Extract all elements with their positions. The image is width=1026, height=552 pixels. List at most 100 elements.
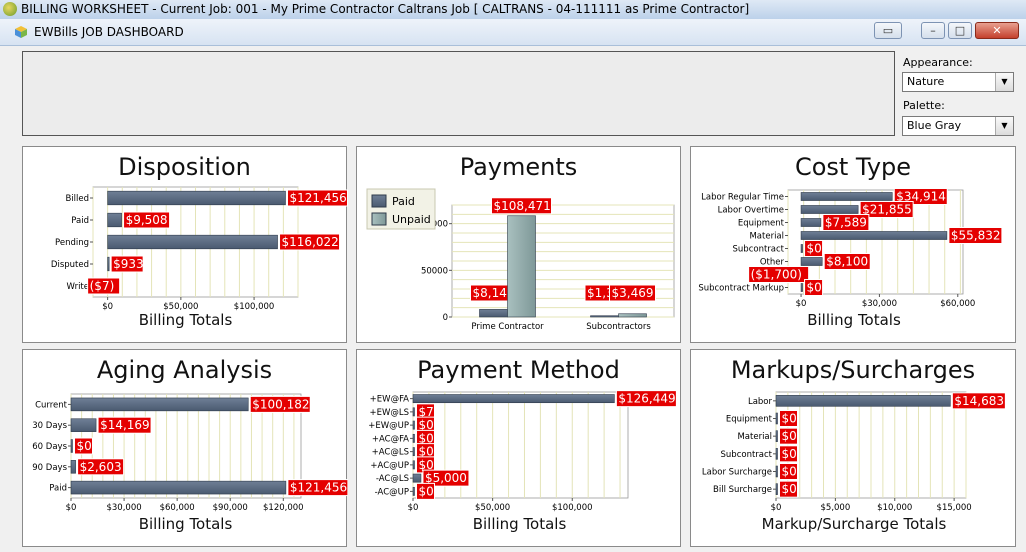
palette-value: Blue Gray [907,119,962,132]
data-label: $0 [419,484,434,498]
y-tick-label: 0 [443,313,448,323]
chart-legend: Paid Unpaid [366,188,436,230]
chevron-down-icon[interactable]: ▼ [995,117,1013,135]
x-tick-label: $0 [102,302,113,312]
bar [775,465,778,478]
payments-svg: 050000100000$8,145$108,471Prime Contract… [366,188,675,332]
bar [107,190,286,206]
aging-analysis-chart: Aging Analysis Current $100,182 30 Days $14… [22,349,348,547]
data-label: $21,855 [862,203,912,217]
x-category-label: Subcontractors [586,322,651,332]
data-label: $0 [807,281,822,295]
category-label: Paid [49,484,67,494]
x-axis-title: Billing Totals [139,515,233,533]
y-tick-label: 50000 [421,266,448,276]
cost_type-svg: Labor Regular Time $34,914Labor Overtime $… [698,188,1003,329]
x-tick-label: $120,000 [263,503,304,513]
bar [800,283,803,292]
markups-surcharges-chart: Markups/Surcharges Labor $14,683 Equipment… [690,349,1016,547]
category-label: Labor Overtime [718,206,784,216]
bar [107,212,122,228]
close-button[interactable]: ✕ [975,22,1019,39]
category-label: Labor [748,397,773,407]
data-label: $100,182 [252,397,309,411]
aging-svg: Current $100,182 30 Days $14,169 60 Days $0 90… [32,393,348,533]
category-label: Labor Regular Time [701,193,784,203]
bar [800,231,948,240]
child-window-title: EWBills JOB DASHBOARD [34,25,184,39]
x-tick-label: $100,000 [552,503,593,513]
category-label: Subcontract [721,450,773,460]
legend-label: Unpaid [392,213,431,226]
data-label: $7,589 [825,216,867,230]
appearance-select[interactable]: Nature ▼ [902,72,1014,92]
data-label: $121,456 [289,191,346,205]
data-label: $14,683 [954,394,1004,408]
data-label: $0 [782,482,797,496]
data-label: ($7) [90,279,115,293]
category-label: 30 Days [32,421,67,431]
data-label: $8,100 [826,255,868,269]
category-label: Equipment [738,219,785,229]
x-tick-label: $100,000 [234,302,275,312]
x-tick-label: $5,000 [821,503,851,513]
minimize-button[interactable]: – [921,22,945,39]
chevron-down-icon[interactable]: ▼ [995,73,1013,91]
palette-select[interactable]: Blue Gray ▼ [902,116,1014,136]
bar [70,418,97,432]
payments-chart: Payments 050000100000$8,145$108,471Prime… [356,146,681,343]
category-label: Material [749,232,784,242]
disposition-chart: Disposition Billed $121,456 Paid $9,508 Pend… [22,146,348,343]
category-label: -AC@LS [376,474,409,484]
x-tick-label: $0 [408,503,419,513]
bar [412,447,415,457]
bar [70,397,249,412]
bar [412,460,415,470]
category-label: Current [35,400,68,410]
data-label: $0 [807,242,822,256]
bar [412,433,415,443]
legend-swatch [371,212,387,226]
bar [107,234,278,250]
category-label: +AC@UP [370,461,409,471]
category-label: +AC@LS [372,448,409,458]
bar [775,412,778,425]
data-label: $2,603 [80,460,122,474]
x-tick-label: $15,000 [937,503,972,513]
category-label: 60 Days [32,442,67,452]
category-label: -AC@UP [375,487,409,497]
bar [412,407,415,417]
data-label: $116,022 [282,235,339,249]
category-label: Equipment [726,415,773,425]
bar [507,215,536,318]
app-title-bar: BILLING WORKSHEET - Current Job: 001 - M… [0,0,1026,20]
bar [800,205,859,214]
category-label: +EW@UP [368,421,409,431]
category-label: +AC@FA [372,434,409,444]
data-label: $14,169 [100,418,150,432]
bar [775,448,778,460]
data-label: $0 [782,447,797,461]
app-title: BILLING WORKSHEET - Current Job: 001 - M… [21,2,750,16]
x-tick-label: $90,000 [213,503,248,513]
bar [800,257,823,266]
x-category-label: Prime Contractor [471,322,544,332]
data-label: $0 [77,439,92,453]
category-label: Disputed [51,260,89,270]
bar [412,420,415,430]
x-tick-label: $30,000 [862,299,897,309]
category-label: +EW@LS [369,408,409,418]
x-tick-label: $10,000 [877,503,912,513]
category-label: Paid [71,216,89,226]
appearance-value: Nature [907,75,945,88]
x-tick-label: $30,000 [106,503,141,513]
restore-layout-button[interactable]: ▭ [874,22,902,39]
palette-label: Palette: [903,99,945,112]
disposition-svg: Billed $121,456 Paid $9,508 Pending $116,022 D… [51,186,348,329]
category-label: Labor Surcharge [702,468,772,478]
dashboard-header-area [22,51,895,136]
app-logo-icon [3,2,17,16]
maximize-button[interactable]: □ [948,22,972,39]
bar [412,486,415,496]
bar [618,313,647,318]
